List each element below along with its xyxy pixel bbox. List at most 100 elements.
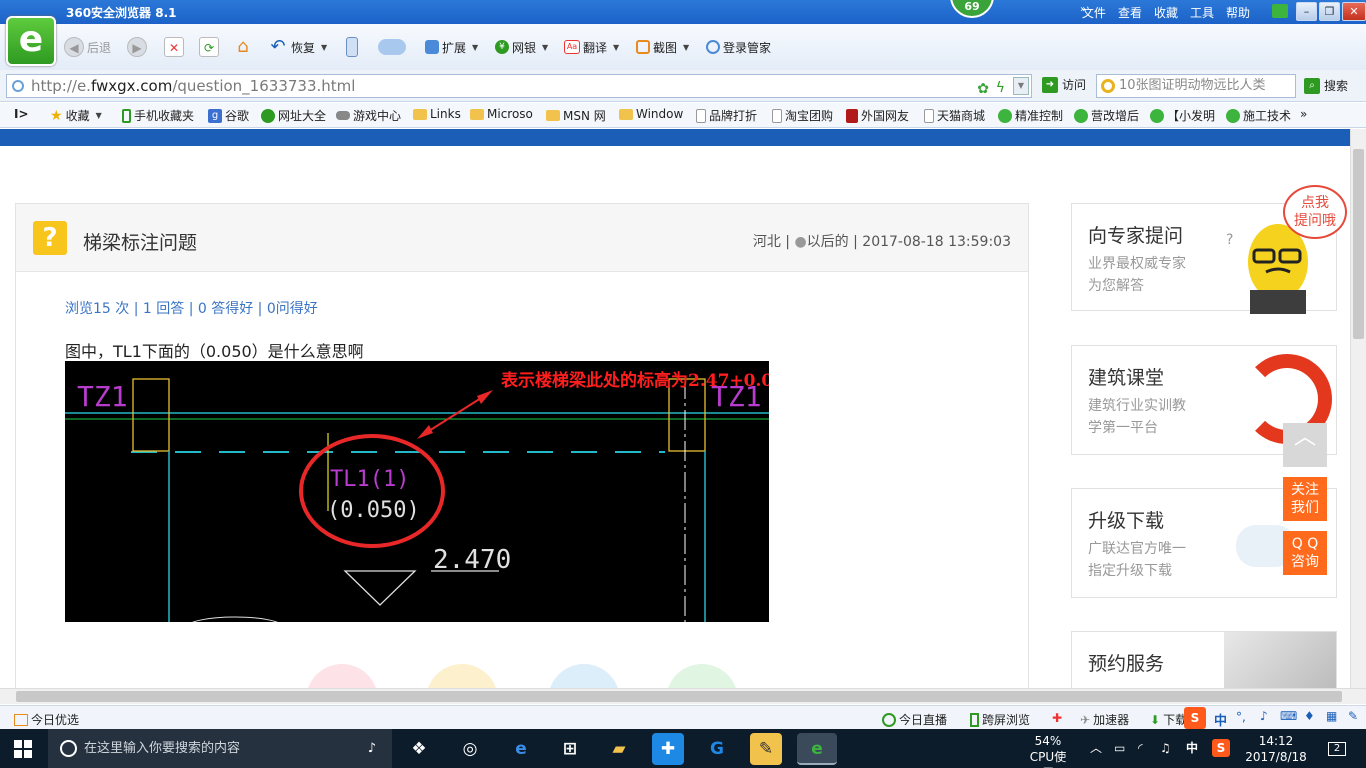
sidebar-toggle-icon[interactable]: I> bbox=[14, 107, 29, 121]
notification-badge[interactable]: 69 bbox=[950, 0, 994, 18]
microphone-icon[interactable]: ♪ bbox=[1260, 709, 1268, 723]
refresh-button[interactable]: ⟳ bbox=[199, 36, 219, 58]
cloud-button[interactable] bbox=[378, 36, 406, 58]
taskbar-search[interactable]: 在这里输入你要搜索的内容 ♪ bbox=[48, 729, 392, 768]
site-info-icon[interactable] bbox=[12, 80, 24, 92]
more-favorites-icon[interactable]: » bbox=[1300, 107, 1307, 121]
service-card[interactable]: 预约服务 bbox=[1071, 631, 1337, 688]
network-icon[interactable]: ▭ bbox=[1114, 741, 1125, 768]
volume-icon[interactable]: ♫ bbox=[1160, 741, 1171, 768]
share-button[interactable] bbox=[306, 664, 378, 688]
speed-mode-icon[interactable]: ϟ bbox=[996, 77, 1005, 99]
notes-app-icon[interactable]: ✎ bbox=[750, 733, 782, 765]
fav-games[interactable]: 游戏中心 bbox=[336, 107, 401, 124]
cad-drawing[interactable]: TZ1 TZ1 TL1(1) (0.050) 2.470 表示楼梯梁此处的标高为… bbox=[65, 361, 769, 622]
fav-links[interactable]: Links bbox=[413, 107, 461, 121]
edge-icon[interactable]: e bbox=[505, 733, 537, 765]
today-picks[interactable]: 今日优选 bbox=[14, 711, 79, 728]
fav-construction-tech[interactable]: 施工技术 bbox=[1226, 107, 1291, 124]
horizontal-scrollbar[interactable] bbox=[0, 688, 1366, 704]
360-browser-task-icon[interactable]: e bbox=[797, 733, 837, 765]
task-view-icon[interactable]: ❖ bbox=[403, 733, 435, 765]
sogou-tray-icon[interactable]: S bbox=[1212, 739, 1230, 757]
cpu-usage[interactable]: 54% CPU使用 bbox=[1024, 733, 1072, 768]
restore-button[interactable]: ↶ 恢复 ▼ bbox=[268, 36, 327, 58]
fav-taobao[interactable]: 淘宝团购 bbox=[772, 107, 833, 124]
extend-button[interactable]: 扩展 ▼ bbox=[425, 36, 478, 58]
translate-button[interactable]: Aa 翻译 ▼ bbox=[564, 36, 619, 58]
vertical-scrollbar[interactable] bbox=[1350, 129, 1366, 688]
fav-tmall[interactable]: 天猫商城 bbox=[924, 107, 985, 124]
login-manager-button[interactable]: 登录管家 bbox=[706, 36, 771, 58]
visit-button[interactable]: ➜ 访问 bbox=[1042, 76, 1086, 93]
fav-sites[interactable]: 网址大全 bbox=[261, 107, 326, 124]
address-dropdown-icon[interactable]: ▼ bbox=[1013, 77, 1029, 95]
punctuation-icon[interactable]: °, bbox=[1236, 710, 1246, 724]
vertical-scroll-thumb[interactable] bbox=[1353, 149, 1364, 339]
follow-us-button[interactable]: 关注 我们 bbox=[1283, 477, 1327, 521]
app-plus-icon[interactable]: ✚ bbox=[652, 733, 684, 765]
menu-help[interactable]: 帮助 bbox=[1226, 4, 1250, 21]
answer-button[interactable] bbox=[666, 664, 738, 688]
menu-view[interactable]: 查看 bbox=[1118, 4, 1142, 21]
windows-start-icon[interactable] bbox=[14, 740, 32, 758]
file-explorer-icon[interactable]: ▰ bbox=[603, 733, 635, 765]
fav-collect[interactable]: ★ 收藏 ▼ bbox=[50, 107, 102, 124]
address-bar[interactable]: http://e.fwxgx.com/question_1633733.html… bbox=[6, 74, 1032, 98]
fav-vat-reform[interactable]: 营改增后 bbox=[1074, 107, 1139, 124]
ime-mode[interactable]: 中 bbox=[1214, 710, 1227, 729]
search-button[interactable]: ⌕ 搜索 bbox=[1304, 77, 1348, 94]
keyboard-icon[interactable]: ⌨ bbox=[1280, 709, 1297, 723]
store-icon[interactable]: ⊞ bbox=[554, 733, 586, 765]
forward-button[interactable]: ▶ bbox=[127, 36, 147, 58]
sogou-ime-icon[interactable]: S bbox=[1184, 707, 1206, 729]
screenshot-button[interactable]: 截图 ▼ bbox=[636, 36, 689, 58]
microphone-icon[interactable]: ♪ bbox=[368, 729, 376, 768]
wifi-icon[interactable]: ◜ bbox=[1138, 741, 1143, 768]
tray-chevron-icon[interactable]: ︿ bbox=[1090, 741, 1102, 768]
wrench-icon[interactable]: ✎ bbox=[1348, 709, 1358, 723]
skin-icon[interactable]: ♦ bbox=[1304, 709, 1315, 723]
back-button[interactable]: ◀ 后退 bbox=[64, 36, 111, 58]
fav-microsoft[interactable]: Microso bbox=[470, 107, 533, 121]
fav-google[interactable]: g 谷歌 bbox=[208, 107, 249, 124]
menu-favorites[interactable]: 收藏 bbox=[1154, 4, 1178, 21]
menu-file[interactable]: 文件 bbox=[1082, 4, 1106, 21]
today-live[interactable]: 今日直播 bbox=[882, 711, 947, 728]
glodon-icon[interactable]: G bbox=[701, 733, 733, 765]
home-button[interactable]: ⌂ bbox=[233, 36, 253, 58]
stop-button[interactable]: ✕ bbox=[164, 36, 184, 58]
close-button[interactable]: ✕ bbox=[1342, 2, 1366, 21]
fav-foreign-users[interactable]: 外国网友 bbox=[846, 107, 909, 124]
back-to-top-button[interactable]: ︿ bbox=[1283, 423, 1327, 467]
download-manager[interactable]: ⬇ 下载 bbox=[1150, 711, 1187, 728]
browser-logo-icon[interactable]: e bbox=[6, 16, 56, 66]
ime-indicator[interactable]: 中 bbox=[1186, 741, 1198, 768]
reload-icon[interactable]: ✿ bbox=[977, 78, 989, 100]
horizontal-scroll-thumb[interactable] bbox=[16, 691, 1342, 702]
notification-center-icon[interactable]: 2 bbox=[1326, 739, 1348, 768]
accelerator[interactable]: ✈ 加速器 bbox=[1080, 711, 1129, 728]
search-input[interactable]: 10张图证明动物远比人类 bbox=[1096, 74, 1296, 98]
edit-button[interactable] bbox=[548, 664, 620, 688]
fav-mobile[interactable]: 手机收藏夹 bbox=[122, 107, 194, 124]
toolbox-icon[interactable]: ▦ bbox=[1326, 709, 1337, 723]
shield-status[interactable]: ✚ bbox=[1052, 711, 1062, 725]
fav-brand-discount[interactable]: 品牌打折 bbox=[696, 107, 757, 124]
skin-icon[interactable] bbox=[1272, 4, 1288, 18]
maximize-button[interactable]: ❐ bbox=[1319, 2, 1340, 21]
favorite-button[interactable] bbox=[426, 664, 498, 688]
fav-precise-control[interactable]: 精准控制 bbox=[998, 107, 1063, 124]
clock[interactable]: 14:12 2017/8/18 bbox=[1236, 733, 1316, 768]
bank-button[interactable]: ¥ 网银 ▼ bbox=[495, 36, 548, 58]
mobile-button[interactable] bbox=[346, 36, 358, 58]
browser-app-icon[interactable]: ◎ bbox=[454, 733, 486, 765]
cross-screen[interactable]: 跨屏浏览 bbox=[970, 711, 1030, 728]
fav-invention[interactable]: 【小发明 bbox=[1150, 107, 1215, 124]
qq-consult-button[interactable]: Q Q 咨询 bbox=[1283, 531, 1327, 575]
fav-windows[interactable]: Window bbox=[619, 107, 683, 121]
minimize-button[interactable]: – bbox=[1296, 2, 1317, 21]
menu-tools[interactable]: 工具 bbox=[1190, 4, 1214, 21]
ask-bubble[interactable]: 点我 提问哦 bbox=[1283, 185, 1347, 239]
fav-msn[interactable]: MSN 网 bbox=[546, 107, 606, 124]
